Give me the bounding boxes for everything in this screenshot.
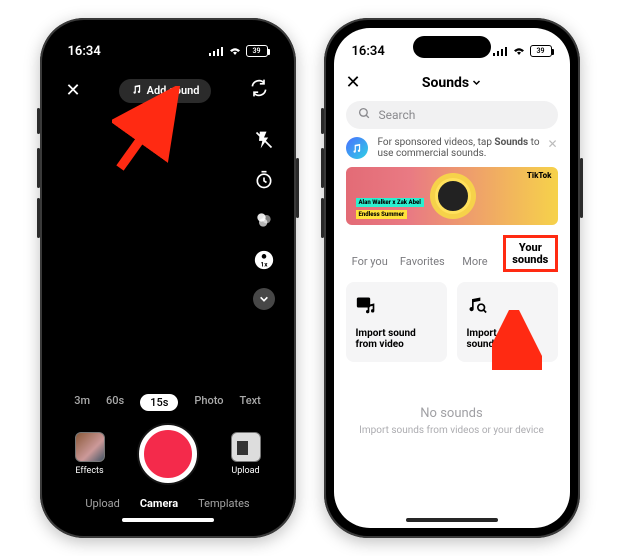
search-icon <box>358 107 371 123</box>
hw-button <box>37 198 40 238</box>
duration-option[interactable]: 60s <box>106 394 124 411</box>
search-placeholder: Search <box>379 108 416 122</box>
close-button[interactable]: ✕ <box>346 72 366 93</box>
hw-button <box>321 108 324 134</box>
effects-label: Effects <box>75 466 103 476</box>
duration-option[interactable]: Text <box>240 394 261 411</box>
duration-selector[interactable]: 3m 60s 15s Photo Text <box>50 394 286 411</box>
music-search-icon <box>467 296 548 318</box>
flip-camera-icon[interactable] <box>245 74 273 107</box>
sounds-badge-icon <box>346 137 368 159</box>
mode-tabs[interactable]: Upload Camera Templates <box>50 497 286 510</box>
video-music-icon <box>356 296 437 318</box>
dynamic-island <box>129 36 207 58</box>
promo-art <box>430 173 476 219</box>
dynamic-island <box>413 36 491 58</box>
status-time: 16:34 <box>68 44 101 59</box>
effects-button[interactable]: Effects <box>75 432 105 476</box>
hw-button <box>321 198 324 238</box>
add-sound-button[interactable]: Add sound <box>119 79 212 103</box>
promo-artist: Alan Walker x Zak Abel <box>356 198 424 207</box>
add-sound-label: Add sound <box>147 84 200 97</box>
hw-button <box>296 158 299 218</box>
tip-text: For sponsored videos, tap Sounds to use … <box>378 137 558 159</box>
hw-button <box>37 108 40 134</box>
timer-icon[interactable] <box>252 168 276 192</box>
import-video-label: Import sound from video <box>356 328 437 350</box>
mode-tab[interactable]: Templates <box>198 497 249 510</box>
upload-thumb <box>231 432 261 462</box>
tab-for-you[interactable]: For you <box>346 251 394 272</box>
record-button[interactable] <box>139 425 197 483</box>
close-button[interactable]: ✕ <box>62 76 85 105</box>
import-local-label: Import local sound <box>467 328 548 350</box>
sounds-screen: 16:34 39 ✕ Sounds <box>334 28 570 528</box>
duration-option[interactable]: Photo <box>194 394 223 411</box>
upload-label: Upload <box>231 466 259 476</box>
commercial-sounds-tip: For sponsored videos, tap Sounds to use … <box>346 137 558 159</box>
camera-tool-rail: 1x <box>252 128 276 310</box>
svg-text:1x: 1x <box>260 260 268 268</box>
duration-option-active[interactable]: 15s <box>140 394 178 411</box>
empty-title: No sounds <box>334 406 570 421</box>
dismiss-tip-button[interactable]: ✕ <box>547 137 557 151</box>
battery-icon: 39 <box>530 45 552 57</box>
import-from-video-card[interactable]: Import sound from video <box>346 282 447 362</box>
battery-icon: 39 <box>246 45 268 57</box>
sounds-tabs[interactable]: For you Favorites More Your sounds <box>346 235 558 272</box>
tab-your-sounds[interactable]: Your sounds <box>503 235 557 272</box>
chevron-down-icon <box>472 75 481 91</box>
tab-favorites[interactable]: Favorites <box>398 251 447 272</box>
music-note-icon <box>131 84 142 98</box>
more-tools-button[interactable] <box>253 288 275 310</box>
speed-icon[interactable]: 1x <box>252 248 276 272</box>
cellular-icon <box>493 46 508 56</box>
hw-button <box>580 158 583 218</box>
import-local-sound-card[interactable]: Import local sound <box>457 282 558 362</box>
home-indicator[interactable] <box>122 518 214 522</box>
upload-button[interactable]: Upload <box>231 432 261 476</box>
tab-more[interactable]: More <box>451 251 499 272</box>
wifi-icon <box>228 46 242 56</box>
cellular-icon <box>209 46 224 56</box>
page-title[interactable]: Sounds <box>372 75 532 91</box>
camera-screen: 16:34 39 ✕ Add sound <box>50 28 286 528</box>
hw-button <box>37 148 40 188</box>
search-input[interactable]: Search <box>346 101 558 129</box>
duration-option[interactable]: 3m <box>74 394 90 411</box>
promo-banner[interactable]: Alan Walker x Zak Abel Endless Summer Ti… <box>346 167 558 225</box>
status-time: 16:34 <box>352 44 385 59</box>
filters-icon[interactable] <box>252 208 276 232</box>
tiktok-logo-text: TikTok <box>527 171 552 180</box>
promo-track: Endless Summer <box>356 210 408 219</box>
mode-tab[interactable]: Upload <box>85 497 119 510</box>
flash-icon[interactable] <box>252 128 276 152</box>
battery-level: 39 <box>537 47 545 55</box>
home-indicator[interactable] <box>406 518 498 522</box>
empty-subtitle: Import sounds from videos or your device <box>334 425 570 436</box>
phone-right-frame: 16:34 39 ✕ Sounds <box>324 18 580 538</box>
effects-thumb <box>75 432 105 462</box>
phone-left-frame: 16:34 39 ✕ Add sound <box>40 18 296 538</box>
hw-button <box>321 148 324 188</box>
mode-tab-active[interactable]: Camera <box>140 497 178 510</box>
battery-level: 39 <box>253 47 261 55</box>
wifi-icon <box>512 46 526 56</box>
